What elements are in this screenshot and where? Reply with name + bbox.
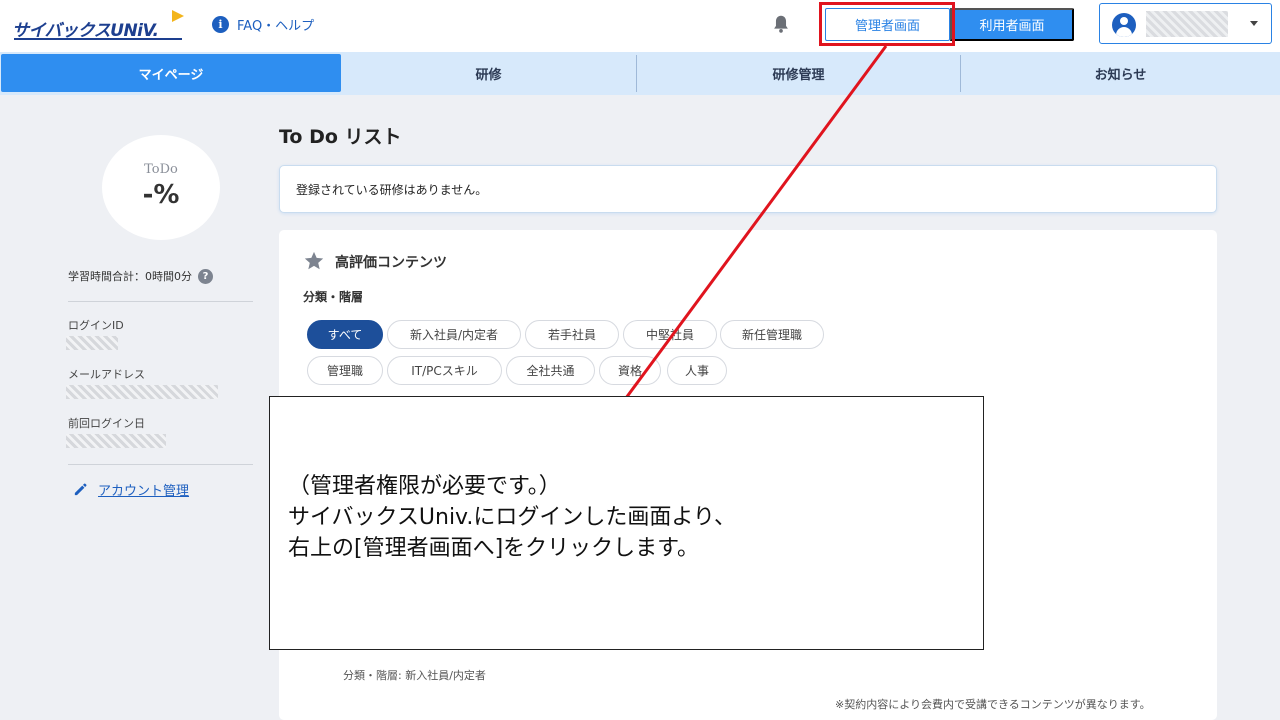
chip-it-pc-skills[interactable]: IT/PCスキル: [387, 356, 502, 385]
email-redacted: [66, 385, 218, 399]
chip-mid-employee[interactable]: 中堅社員: [623, 320, 717, 349]
tab-training[interactable]: 研修: [341, 54, 636, 92]
instruction-callout: （管理者権限が必要です。） サイバックスUniv.にログインした画面より、 右上…: [269, 396, 984, 650]
login-id-label: ログインID: [68, 319, 124, 332]
user-avatar-icon: [1112, 13, 1136, 37]
faq-help-label: FAQ・ヘルプ: [237, 18, 315, 34]
callout-line: 右上の[管理者画面へ]をクリックします。: [288, 536, 699, 561]
admin-screen-button[interactable]: 管理者画面: [825, 8, 950, 41]
empty-message: 登録されている研修はありません。: [296, 183, 488, 197]
last-login-label: 前回ログイン日: [68, 417, 145, 430]
bell-icon[interactable]: [770, 13, 792, 35]
user-name-redacted: [1146, 11, 1228, 37]
study-time-text: 学習時間合計：0時間0分: [68, 270, 192, 283]
callout-text: （管理者権限が必要です。） サイバックスUniv.にログインした画面より、 右上…: [288, 471, 968, 564]
tab-news[interactable]: お知らせ: [961, 54, 1280, 92]
page-title: To Do リスト: [279, 126, 402, 148]
todo-progress-circle: ToDo -%: [102, 135, 220, 240]
logo-underline: [14, 38, 182, 40]
account-management-label: アカウント管理: [98, 484, 190, 499]
login-id-redacted: [66, 336, 118, 350]
tab-mypage[interactable]: マイページ: [1, 54, 341, 92]
star-icon: [304, 251, 324, 270]
info-icon: i: [212, 15, 229, 33]
tab-training-management[interactable]: 研修管理: [637, 54, 960, 92]
pencil-icon: [74, 483, 87, 496]
callout-line: （管理者権限が必要です。）: [288, 474, 561, 499]
chip-certification[interactable]: 資格: [599, 356, 661, 385]
todo-percent: -%: [142, 180, 180, 210]
logo[interactable]: サイバックスUNiV.: [12, 10, 187, 44]
chip-young-employee[interactable]: 若手社員: [525, 320, 619, 349]
section-title: 高評価コンテンツ: [335, 255, 447, 271]
todo-empty-card: 登録されている研修はありません。: [279, 165, 1217, 213]
chip-hr[interactable]: 人事: [667, 356, 727, 385]
main-nav: マイページ 研修 研修管理 お知らせ: [0, 52, 1280, 95]
app-header: サイバックスUNiV. i FAQ・ヘルプ 管理者画面 利用者画面: [0, 0, 1280, 52]
filter-label: 分類・階層: [303, 290, 364, 304]
caret-down-icon: [1250, 21, 1258, 26]
content-item-meta: 分類・階層: 新入社員/内定者: [343, 669, 486, 682]
faq-help-link[interactable]: i FAQ・ヘルプ: [212, 14, 314, 34]
user-menu-dropdown[interactable]: [1099, 3, 1272, 44]
contract-note: ※契約内容により会費内で受講できるコンテンツが異なります。: [835, 698, 1151, 711]
chip-company-wide[interactable]: 全社共通: [506, 356, 595, 385]
chip-new-employee[interactable]: 新入社員/内定者: [387, 320, 521, 349]
profile-divider: [68, 301, 253, 302]
callout-line: サイバックスUniv.にログインした画面より、: [288, 505, 737, 530]
profile-divider: [68, 464, 253, 465]
last-login-redacted: [66, 434, 166, 448]
account-management-link[interactable]: アカウント管理: [72, 480, 189, 499]
study-time: 学習時間合計：0時間0分 ?: [68, 268, 213, 284]
chip-manager[interactable]: 管理職: [307, 356, 383, 385]
help-icon[interactable]: ?: [198, 268, 213, 284]
email-label: メールアドレス: [68, 368, 145, 381]
chip-new-manager[interactable]: 新任管理職: [720, 320, 824, 349]
logo-flag-icon: [172, 10, 184, 22]
user-screen-button[interactable]: 利用者画面: [950, 8, 1074, 41]
chip-all[interactable]: すべて: [307, 320, 383, 349]
todo-label: ToDo: [144, 162, 178, 177]
